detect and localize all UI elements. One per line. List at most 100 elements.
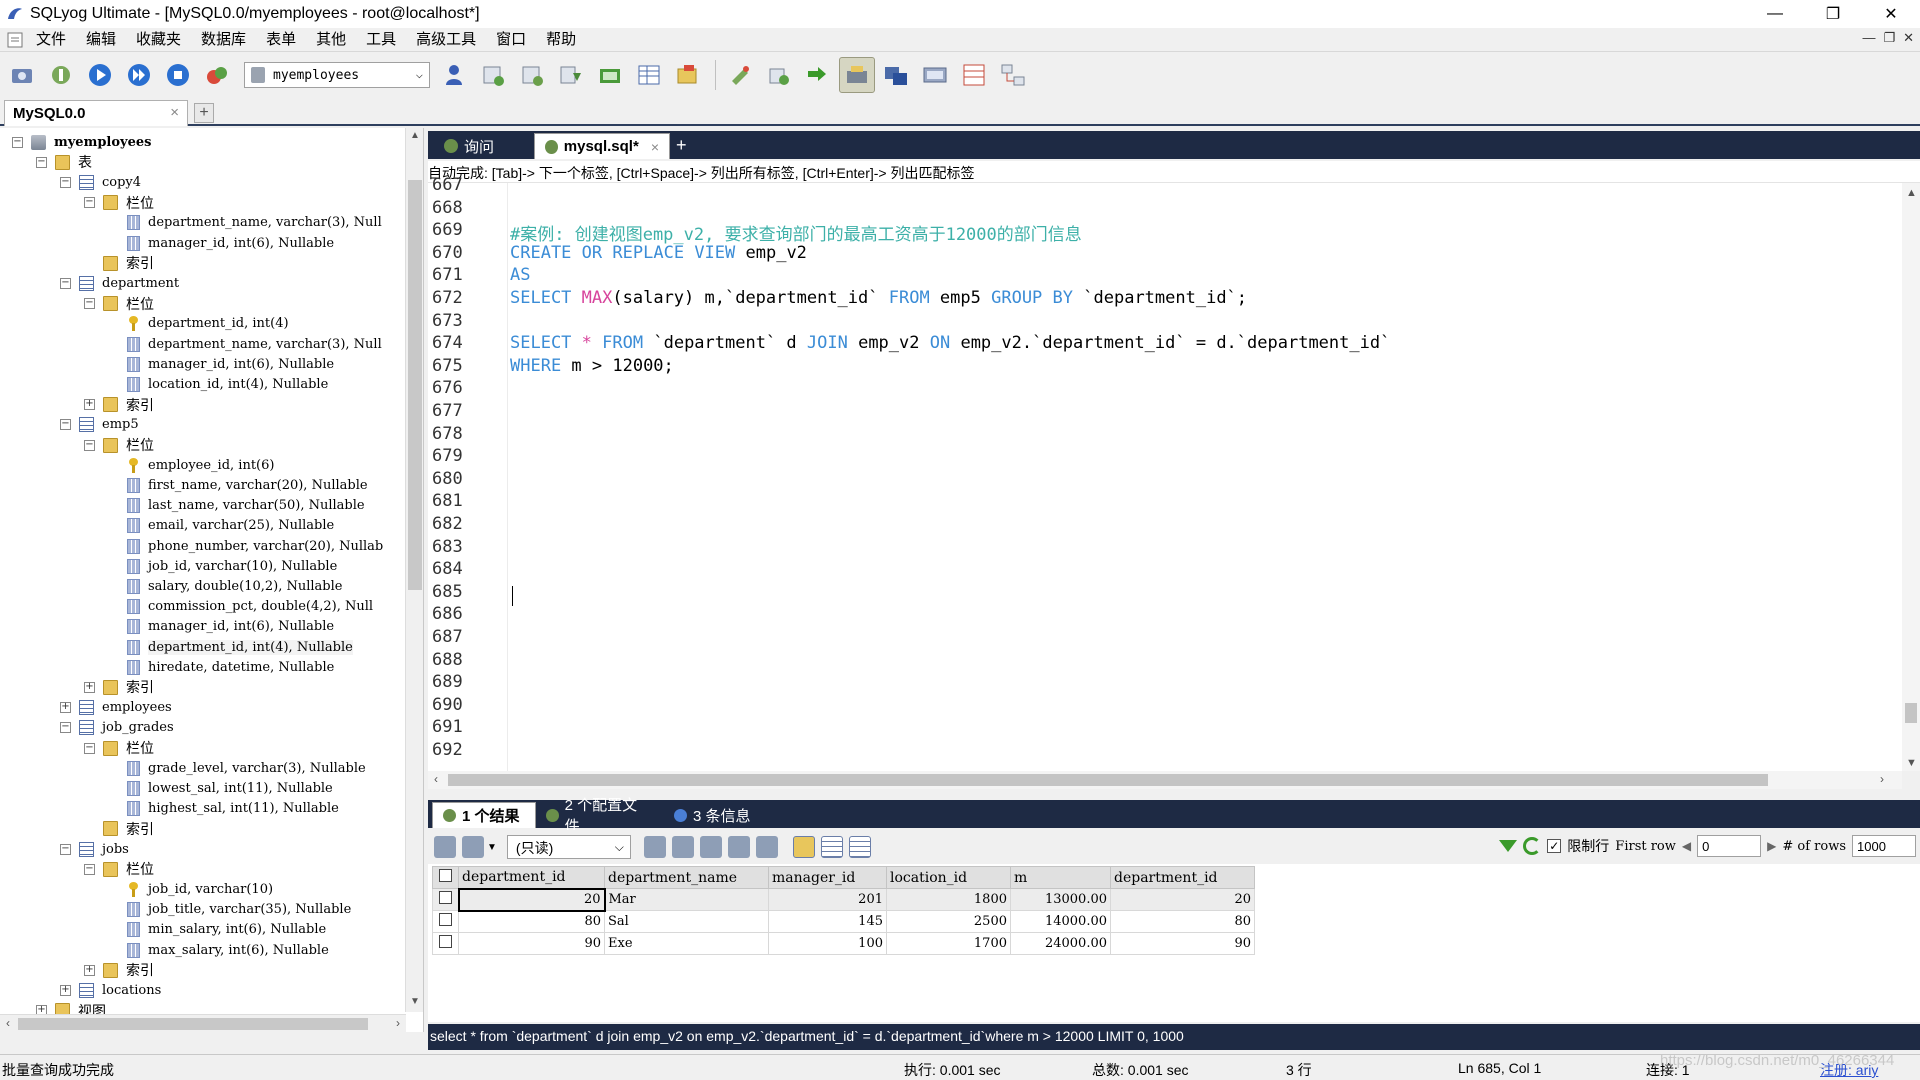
tree-node[interactable]: phone_number, varchar(20), Nullab <box>108 536 383 556</box>
delete-row-icon[interactable] <box>727 836 750 858</box>
table-cell[interactable]: 201 <box>768 888 887 911</box>
tree-node[interactable]: + 索引 <box>84 677 154 697</box>
table-cell[interactable]: 13000.00 <box>1010 888 1111 911</box>
scroll-down-icon[interactable]: ▼ <box>406 996 423 1012</box>
column-header[interactable]: department_id <box>1110 866 1255 889</box>
tree-node[interactable]: manager_id, int(6), Nullable <box>108 233 334 253</box>
scroll-thumb[interactable] <box>408 180 422 590</box>
copy-all-rows-icon[interactable] <box>462 836 484 858</box>
collapse-icon[interactable]: − <box>60 843 71 855</box>
collapse-icon[interactable]: − <box>84 197 95 209</box>
tab-query[interactable]: 询问 <box>434 133 532 159</box>
refresh-object-icon[interactable] <box>199 57 235 93</box>
tree-node[interactable]: last_name, varchar(50), Nullable <box>108 496 365 516</box>
table-cell[interactable]: 1800 <box>886 888 1011 911</box>
menu-item-8[interactable]: 窗口 <box>486 28 536 52</box>
tree-node[interactable]: job_id, varchar(10) <box>108 879 273 899</box>
collapse-icon[interactable]: − <box>60 419 71 431</box>
scroll-thumb[interactable] <box>1905 703 1917 723</box>
tree-node[interactable]: − myemployees <box>12 132 151 152</box>
data-sync-icon[interactable] <box>839 57 875 93</box>
menu-item-2[interactable]: 收藏夹 <box>126 28 191 52</box>
tree-node[interactable]: − 栏位 <box>84 294 154 314</box>
row-checkbox[interactable] <box>432 888 459 911</box>
column-header[interactable]: department_id <box>458 866 605 889</box>
menu-item-7[interactable]: 高级工具 <box>406 28 486 52</box>
tree-node[interactable]: manager_id, int(6), Nullable <box>108 617 334 637</box>
object-browser-horizontal-scrollbar[interactable]: ‹ › <box>0 1014 406 1032</box>
collapse-icon[interactable]: − <box>60 277 71 289</box>
duplicate-row-icon[interactable] <box>671 836 694 858</box>
tree-node[interactable]: min_salary, int(6), Nullable <box>108 920 326 940</box>
tree-node[interactable]: location_id, int(4), Nullable <box>108 374 328 394</box>
tab-result[interactable]: 1 个结果 <box>432 802 536 828</box>
tree-node[interactable]: job_id, varchar(10), Nullable <box>108 556 337 576</box>
collapse-icon[interactable]: − <box>60 176 71 188</box>
mdi-restore-icon[interactable]: ❐ <box>1883 30 1895 46</box>
table-cell[interactable]: 100 <box>768 932 887 955</box>
filter-icon[interactable] <box>1499 840 1518 852</box>
table-cell[interactable]: 20 <box>457 887 606 912</box>
next-page-icon[interactable]: ▶ <box>1767 839 1776 853</box>
table-cell[interactable]: 1700 <box>886 932 1011 955</box>
menu-item-9[interactable]: 帮助 <box>536 28 586 52</box>
scroll-thumb[interactable] <box>448 774 1768 786</box>
expand-icon[interactable]: + <box>60 984 71 996</box>
scroll-left-icon[interactable]: ‹ <box>434 772 438 786</box>
editor-horizontal-scrollbar[interactable]: ‹ › <box>428 771 1902 789</box>
collapse-icon[interactable]: − <box>12 136 23 148</box>
tree-node[interactable]: − 栏位 <box>84 435 154 455</box>
tree-node[interactable]: + employees <box>60 698 172 718</box>
copy-database-icon[interactable] <box>553 57 589 93</box>
collapse-icon[interactable]: − <box>84 439 95 451</box>
readonly-mode-select[interactable]: (只读) ⌵ <box>506 835 631 859</box>
limit-rows-checkbox[interactable]: ✓ <box>1547 839 1562 853</box>
schema-diagram-icon[interactable] <box>995 57 1031 93</box>
minimize-button[interactable]: — <box>1746 0 1804 28</box>
expand-icon[interactable]: + <box>84 964 95 976</box>
refresh-icon[interactable] <box>1523 837 1542 855</box>
table-cell[interactable]: 14000.00 <box>1010 910 1111 933</box>
tree-node[interactable]: department_id, int(4), Nullable <box>108 637 353 657</box>
tab-messages[interactable]: 3 条信息 <box>664 802 764 828</box>
collapse-icon[interactable]: − <box>36 156 47 168</box>
stop-query-icon[interactable] <box>160 57 196 93</box>
table-row[interactable]: 20 Mar 201 1800 13000.00 20 <box>432 887 1255 912</box>
menu-item-5[interactable]: 其他 <box>306 28 356 52</box>
tree-node[interactable]: − 栏位 <box>84 859 154 879</box>
chevron-down-icon[interactable]: ▼ <box>487 842 497 853</box>
tree-node[interactable]: email, varchar(25), Nullable <box>108 516 334 536</box>
menu-item-0[interactable]: 文件 <box>26 28 76 52</box>
tree-node[interactable]: highest_sal, int(11), Nullable <box>108 799 339 819</box>
column-header[interactable]: manager_id <box>768 866 887 889</box>
save-changes-icon[interactable] <box>699 836 722 858</box>
execute-all-icon[interactable] <box>121 57 157 93</box>
tree-node[interactable]: − jobs <box>60 839 129 859</box>
user-manager-icon[interactable] <box>436 57 472 93</box>
close-icon[interactable]: × <box>651 139 659 155</box>
table-data-icon[interactable] <box>631 57 667 93</box>
tree-node[interactable]: − emp5 <box>60 415 139 435</box>
menu-item-6[interactable]: 工具 <box>356 28 406 52</box>
tree-node[interactable]: employee_id, int(6) <box>108 455 274 475</box>
schema-sync-icon[interactable] <box>878 57 914 93</box>
tree-node[interactable]: − job_grades <box>60 718 174 738</box>
tree-node[interactable]: + 索引 <box>84 960 154 980</box>
text-view-icon[interactable] <box>848 836 871 858</box>
export-icon[interactable] <box>434 836 456 858</box>
scroll-right-icon[interactable]: › <box>396 1016 400 1030</box>
column-header[interactable]: m <box>1010 866 1111 889</box>
new-query-icon[interactable] <box>43 57 79 93</box>
tree-node[interactable]: − 栏位 <box>84 738 154 758</box>
table-cell[interactable]: 20 <box>1110 888 1255 911</box>
tree-node[interactable]: 索引 <box>84 819 154 839</box>
insert-row-icon[interactable] <box>643 836 666 858</box>
import-icon[interactable] <box>592 57 628 93</box>
new-connection-icon[interactable] <box>4 57 40 93</box>
table-cell[interactable]: 24000.00 <box>1010 932 1111 955</box>
table-cell[interactable]: 90 <box>458 932 605 955</box>
monitor-icon[interactable] <box>917 57 953 93</box>
tree-node[interactable]: commission_pct, double(4,2), Null <box>108 597 373 617</box>
tree-node[interactable]: department_id, int(4) <box>108 314 289 334</box>
collapse-icon[interactable]: − <box>84 863 95 875</box>
